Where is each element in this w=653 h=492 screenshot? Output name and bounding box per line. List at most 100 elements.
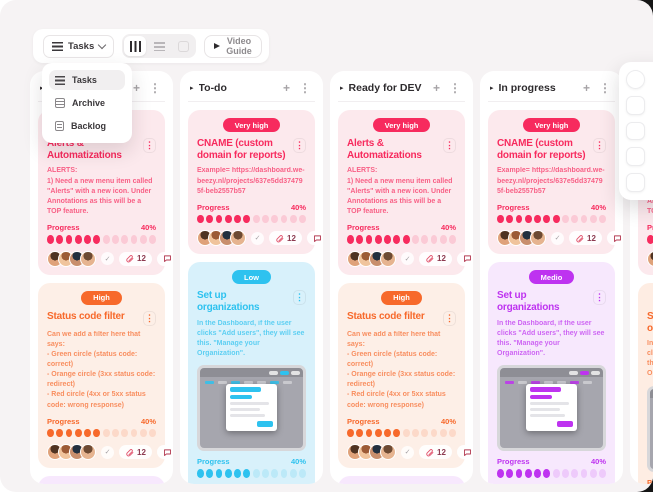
avatar[interactable] [80, 444, 96, 460]
progress-dot [393, 429, 400, 438]
progress-dot [421, 429, 428, 438]
attachments-pill[interactable]: 12 [569, 231, 602, 245]
attachments-pill[interactable]: 12 [119, 252, 152, 266]
add-card-button[interactable]: + [131, 82, 142, 94]
progress-dots [47, 235, 156, 244]
attachment-thumbnail[interactable] [647, 386, 653, 472]
attachments-pill[interactable]: 12 [419, 445, 452, 459]
card-title-row: CNAME (custom domain for reports) ⋮ [197, 138, 306, 162]
task-card[interactable]: HighStatus code filter⋮Can we add a filt… [38, 283, 165, 469]
add-card-button[interactable]: + [431, 82, 442, 94]
comments-pill[interactable]: 8 [457, 252, 473, 266]
attachments-pill[interactable]: 12 [419, 252, 452, 266]
progress-dot [599, 469, 606, 478]
task-card[interactable]: Very highCNAME (custom domain for report… [488, 110, 615, 254]
card-menu-button[interactable]: ⋮ [593, 138, 606, 153]
progress-dot [75, 235, 82, 244]
progress-dot [149, 429, 156, 438]
task-card[interactable]: Very highAlerts & Automatizations⋮ALERTS… [338, 110, 465, 275]
card-menu-button[interactable]: ⋮ [443, 311, 456, 326]
progress-dot [281, 215, 288, 224]
modal-accent-bar [530, 395, 553, 399]
progress-dot [543, 469, 550, 478]
collapse-arrow-icon[interactable]: ▸ [490, 84, 494, 92]
task-card[interactable]: Very highCNAME (custom domain for report… [188, 110, 315, 254]
task-card[interactable]: MedioSet up organizations⋮In the Dashboa… [488, 262, 615, 484]
column-menu-button[interactable]: ⋮ [147, 82, 163, 94]
task-card[interactable]: MedioCustom subscription (new pricing pa… [338, 476, 465, 484]
seen-check-icon: ✓ [101, 252, 114, 265]
thumbnail-dash [218, 381, 227, 384]
view-board-button[interactable] [172, 36, 194, 56]
avatar[interactable] [80, 251, 96, 267]
thumbnail-dash [205, 381, 214, 384]
avatar[interactable] [380, 251, 396, 267]
popup-action-icon[interactable] [626, 173, 645, 192]
modal-line [230, 402, 269, 405]
view-columns-button[interactable] [124, 36, 146, 56]
progress-dot [347, 429, 354, 438]
progress-dot [571, 215, 578, 224]
popup-action-icon[interactable] [626, 122, 645, 141]
card-menu-button[interactable]: ⋮ [143, 138, 156, 153]
comments-pill[interactable]: 8 [157, 445, 173, 459]
progress-percent: 40% [141, 417, 156, 426]
progress-dot [56, 235, 63, 244]
avatar[interactable] [530, 230, 546, 246]
column-menu-button[interactable]: ⋮ [597, 82, 613, 94]
attachment-thumbnail[interactable] [497, 365, 606, 451]
comments-pill[interactable]: 8 [457, 445, 473, 459]
menu-item-label: Backlog [71, 121, 106, 131]
task-card[interactable]: MedioCustom subscription (new pricing pa… [38, 476, 165, 484]
card-footer: ✓128 [47, 444, 156, 460]
card-menu-button[interactable]: ⋮ [443, 138, 456, 153]
column-menu-button[interactable]: ⋮ [447, 82, 463, 94]
menu-item-tasks[interactable]: Tasks [49, 70, 125, 90]
backlog-icon [55, 121, 64, 131]
popup-action-icon[interactable] [626, 96, 645, 115]
modal-line [230, 414, 265, 417]
popup-action-icon[interactable] [626, 147, 645, 166]
card-menu-button[interactable]: ⋮ [293, 138, 306, 153]
progress-dots [647, 235, 653, 244]
attachments-count: 12 [437, 254, 446, 263]
comments-pill[interactable]: 8 [157, 252, 173, 266]
add-card-button[interactable]: + [281, 82, 292, 94]
card-menu-button[interactable]: ⋮ [293, 290, 306, 305]
attachments-count: 12 [287, 234, 296, 243]
menu-item-label: Archive [72, 98, 105, 108]
card-title: CNAME (custom domain for reports) [497, 138, 589, 162]
progress-label: Progress [197, 457, 230, 466]
progress-percent: 40% [291, 457, 306, 466]
task-card[interactable]: LowSet up organizations⋮In the Dashboard… [188, 262, 315, 484]
task-card[interactable]: HighSet up organizations⋮In the Dashboar… [638, 283, 653, 484]
card-menu-button[interactable]: ⋮ [593, 290, 606, 305]
task-card[interactable]: HighStatus code filter⋮Can we add a filt… [338, 283, 465, 469]
menu-item-backlog[interactable]: Backlog [49, 116, 125, 136]
progress-dot [225, 469, 232, 478]
progress-dot [93, 429, 100, 438]
add-card-button[interactable]: + [581, 82, 592, 94]
card-menu-button[interactable]: ⋮ [143, 311, 156, 326]
video-guide-button[interactable]: Video Guide [204, 35, 262, 58]
progress-row: Progress40% [47, 417, 156, 426]
comments-pill[interactable]: 8 [307, 231, 323, 245]
collapse-arrow-icon[interactable]: ▸ [190, 84, 194, 92]
attachments-pill[interactable]: 12 [119, 445, 152, 459]
attachment-thumbnail[interactable] [197, 365, 306, 451]
progress-dot [84, 235, 91, 244]
avatar[interactable] [380, 444, 396, 460]
avatar[interactable] [647, 251, 653, 267]
comments-pill[interactable]: 8 [607, 231, 623, 245]
avatar[interactable] [230, 230, 246, 246]
menu-item-archive[interactable]: Archive [49, 93, 125, 113]
column-menu-button[interactable]: ⋮ [297, 82, 313, 94]
popup-action-icon[interactable] [626, 70, 645, 89]
card-footer: ✓128 [197, 230, 306, 246]
card-title: CNAME (custom domain for reports) [197, 138, 289, 162]
view-list-button[interactable] [148, 36, 170, 56]
board-select-button[interactable]: Tasks [43, 35, 114, 58]
progress-dots [197, 215, 306, 224]
collapse-arrow-icon[interactable]: ▸ [340, 84, 344, 92]
attachments-pill[interactable]: 12 [269, 231, 302, 245]
